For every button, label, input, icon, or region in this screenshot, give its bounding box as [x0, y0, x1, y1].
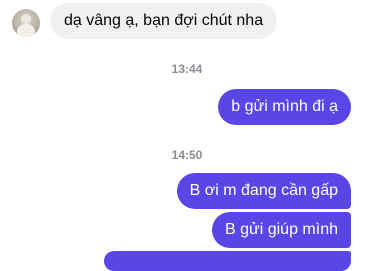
- outgoing-message-bubble[interactable]: B gửi giúp mình: [212, 212, 351, 248]
- outgoing-message-bubble-partial[interactable]: [104, 251, 351, 271]
- outgoing-message-bubble[interactable]: B ơi m đang cần gấp: [176, 173, 351, 209]
- avatar-body-shape: [17, 24, 35, 37]
- message-timestamp: 13:44: [171, 62, 203, 76]
- avatar-head-shape: [21, 14, 31, 24]
- incoming-message-bubble[interactable]: dạ vâng ạ, bạn đợi chút nha: [50, 3, 278, 39]
- message-timestamp: 14:50: [171, 148, 203, 162]
- outgoing-message-bubble[interactable]: b gửi mình đi ạ: [218, 89, 351, 125]
- contact-avatar[interactable]: [12, 9, 40, 37]
